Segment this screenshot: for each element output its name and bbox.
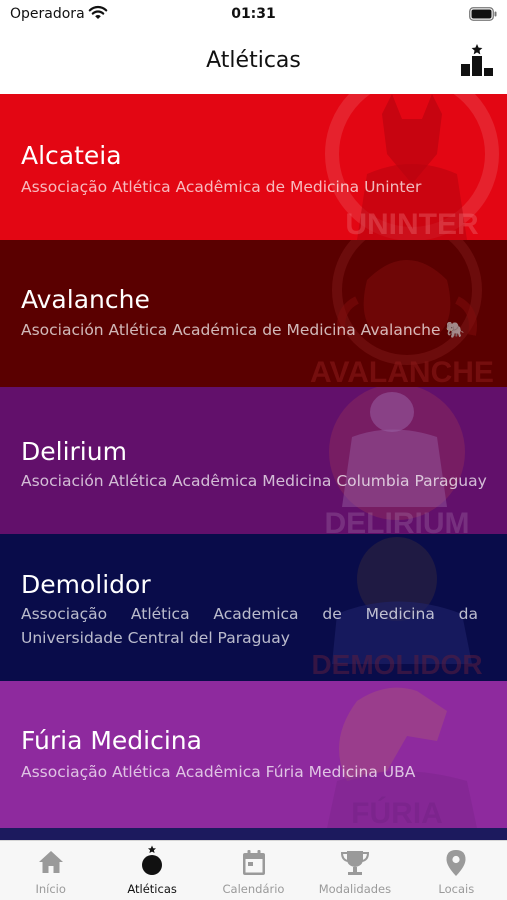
svg-text:UNINTER: UNINTER [345, 208, 479, 240]
navigation-bar: Atléticas [0, 30, 507, 94]
athletic-description: Associação Atlética Acadêmica de Medicin… [21, 178, 422, 196]
tab-locais[interactable]: Locais [406, 841, 507, 900]
trophy-icon [340, 851, 369, 875]
athletic-card-furia-medicina[interactable]: FÚRIA Fúria Medicina Associação Atlética… [0, 681, 507, 828]
svg-text:DELIRIUM: DELIRIUM [325, 507, 470, 534]
athletic-name: Alcateia [21, 141, 122, 170]
tab-modalidades[interactable]: Modalidades [304, 841, 405, 900]
home-icon [38, 851, 63, 873]
calendar-icon [242, 850, 265, 875]
athletics-list: UNINTER Alcateia Associação Atlética Aca… [0, 94, 507, 840]
athletic-card-alcateia[interactable]: UNINTER Alcateia Associação Atlética Aca… [0, 94, 507, 240]
tab-label: Início [35, 882, 66, 896]
skeleton-mascot-logo: DELIRIUM [325, 387, 470, 534]
athletic-name: Demolidor [21, 570, 151, 599]
wolf-mascot-logo: UNINTER [325, 94, 499, 240]
athletic-name: Avalanche [21, 285, 150, 314]
athletic-name: Fúria Medicina [21, 726, 202, 755]
tab-label: Atléticas [127, 882, 177, 896]
svg-text:DEMOLIDOR: DEMOLIDOR [311, 649, 482, 680]
bomb-icon [142, 845, 163, 875]
tab-bar: Início Atléticas Calendário Modalidades [0, 840, 507, 900]
tab-label: Modalidades [318, 882, 392, 896]
ranking-podium-icon [461, 44, 493, 76]
athletic-description: Asociación Atlética Académica de Medicin… [21, 321, 465, 339]
athletic-description: Asociación Atlética Acadêmica Medicina C… [21, 472, 487, 490]
athletic-description: Associação Atlética Acadêmica Fúria Medi… [21, 763, 416, 781]
tab-atleticas[interactable]: Atléticas [101, 841, 202, 900]
tab-calendario[interactable]: Calendário [203, 841, 304, 900]
athletic-card-avalanche[interactable]: AVALANCHE Avalanche Asociación Atlética … [0, 240, 507, 387]
svg-text:FÚRIA: FÚRIA [351, 796, 443, 828]
ranking-button[interactable] [459, 42, 495, 78]
athletic-card-next[interactable] [0, 828, 507, 840]
athletic-card-delirium[interactable]: DELIRIUM Delirium Asociación Atlética Ac… [0, 387, 507, 534]
tab-inicio[interactable]: Início [0, 841, 101, 900]
mammoth-mascot-logo: AVALANCHE [310, 240, 494, 387]
athletic-card-demolidor[interactable]: DEMOLIDOR Demolidor Associação Atlética … [0, 534, 507, 681]
tab-label: Locais [438, 882, 475, 896]
athletic-name: Delirium [21, 437, 127, 466]
tab-label: Calendário [222, 882, 285, 896]
athletic-description: Associação Atlética Academica de Medicin… [21, 605, 478, 647]
page-title: Atléticas [206, 48, 301, 73]
battery-icon [469, 7, 497, 21]
svg-text:AVALANCHE: AVALANCHE [310, 356, 494, 387]
dinosaur-mascot-logo: FÚRIA [327, 687, 477, 828]
location-pin-icon [446, 850, 466, 876]
status-bar: Operadora 01:31 [0, 0, 507, 30]
status-time: 01:31 [231, 6, 276, 22]
